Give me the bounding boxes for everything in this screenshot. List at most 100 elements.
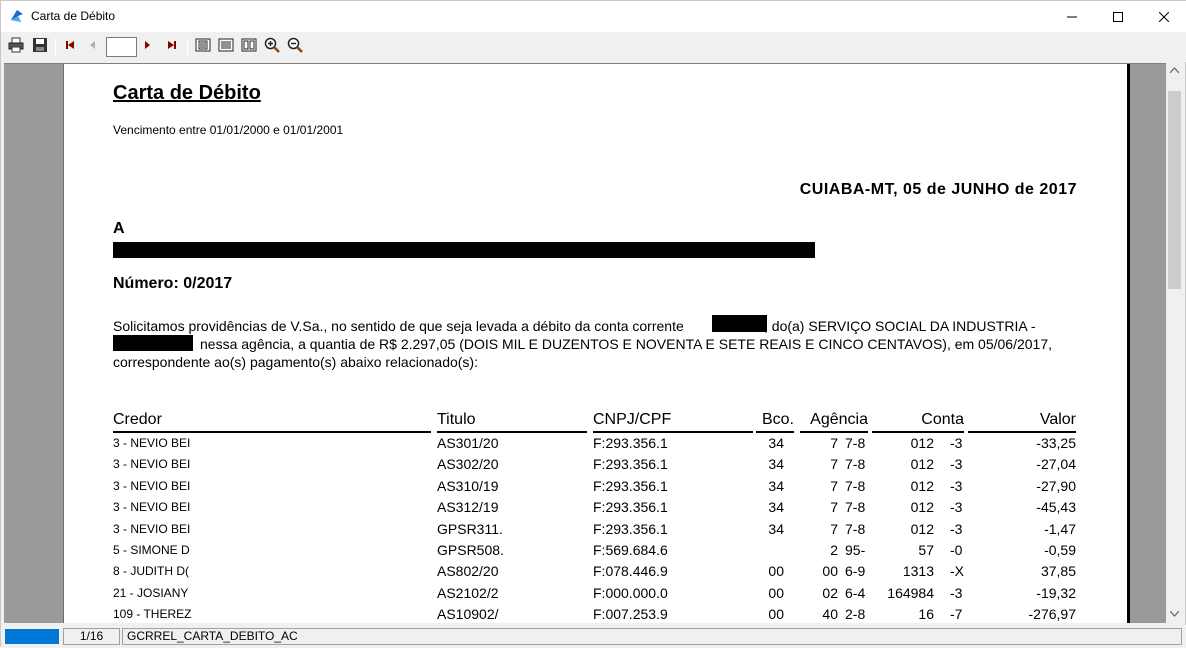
- redacted-account: [712, 315, 767, 332]
- zoom-in-button[interactable]: [263, 37, 281, 56]
- cell-cnpj: F:293.356.1: [593, 435, 668, 451]
- first-page-icon: [64, 38, 76, 56]
- cell-valor: -27,90: [1036, 477, 1076, 494]
- cell-conta-num: 1313: [902, 563, 934, 580]
- body-line-1b: , do(a) SERVIÇO SOCIAL DA INDUSTRIA -: [764, 318, 1036, 334]
- minimize-button[interactable]: [1049, 1, 1095, 32]
- cell-agencia-num: 7: [830, 520, 838, 537]
- report-name: GCRREL_CARTA_DEBITO_AC: [122, 628, 1182, 645]
- cell-cnpj: F:293.356.1: [593, 456, 668, 473]
- app-icon: [9, 8, 25, 24]
- report-viewport[interactable]: Carta de Débito Vencimento entre 01/01/2…: [4, 63, 1166, 623]
- page-width-button[interactable]: [217, 38, 235, 56]
- page-edge: [1127, 64, 1130, 623]
- report-preview-window: Carta de Débito Carta de Débito Vencimen…: [0, 0, 1186, 648]
- cell-titulo: AS301/20: [437, 435, 499, 451]
- cell-cnpj: F:569.684.6: [593, 542, 668, 558]
- cell-conta-digit: -3: [950, 499, 963, 516]
- cell-valor: -33,25: [1036, 435, 1076, 451]
- next-page-icon: [142, 38, 154, 56]
- cell-agencia-num: 02: [822, 584, 838, 601]
- cell-cnpj: F:007.253.9: [593, 606, 668, 623]
- document-title: Carta de Débito: [113, 82, 261, 104]
- col-header-conta: Conta: [872, 411, 964, 433]
- cell-cnpj: F:078.446.9: [593, 563, 668, 580]
- toolbar-separator: [55, 38, 56, 56]
- print-button[interactable]: [7, 37, 25, 58]
- first-page-button[interactable]: [61, 38, 79, 56]
- cell-conta-num: 012: [910, 520, 934, 537]
- col-header-bco: Bco.: [756, 411, 794, 433]
- body-line-3: correspondente ao(s) pagamento(s) abaixo…: [113, 354, 478, 370]
- print-icon: [8, 37, 24, 58]
- next-page-button[interactable]: [139, 38, 157, 56]
- cell-conta-digit: -3: [950, 456, 963, 473]
- cell-valor: -276,97: [1028, 606, 1076, 623]
- cell-cnpj: F:293.356.1: [593, 477, 668, 494]
- window-title: Carta de Débito: [31, 9, 116, 23]
- cell-agencia-digit: 7-8: [845, 456, 866, 473]
- cell-credor: 21 - JOSIANY: [113, 585, 189, 600]
- cell-bco: 34: [768, 477, 784, 494]
- cell-conta-digit: -3: [950, 435, 963, 451]
- vertical-scrollbar[interactable]: [1166, 63, 1183, 623]
- progress-indicator: [5, 629, 59, 644]
- toolbar: [1, 32, 1186, 62]
- cell-valor: 37,85: [1040, 563, 1076, 580]
- cell-valor: -0,59: [1044, 542, 1076, 558]
- cell-conta-num: 012: [910, 477, 934, 494]
- cell-agencia-digit: 95-: [845, 542, 866, 558]
- col-header-agencia: Agência: [800, 411, 868, 433]
- cell-credor: 3 - NEVIO BEI: [113, 500, 191, 515]
- whole-page-icon: [195, 37, 211, 58]
- cell-titulo: AS310/19: [437, 477, 499, 494]
- cell-agencia-digit: 7-8: [845, 499, 866, 516]
- save-icon: [32, 37, 48, 58]
- two-pages-icon: [241, 37, 257, 58]
- cell-cnpj: F:293.356.1: [593, 499, 668, 516]
- col-header-valor: Valor: [968, 411, 1076, 433]
- cell-cnpj: F:293.356.1: [593, 520, 668, 537]
- cell-credor: 8 - JUDITH D(: [113, 564, 189, 579]
- cell-conta-num: 164984: [887, 584, 934, 601]
- maximize-button[interactable]: [1095, 1, 1141, 32]
- zoom-out-button[interactable]: [286, 37, 304, 56]
- cell-bco: 00: [768, 584, 784, 601]
- scrollbar-thumb[interactable]: [1168, 91, 1181, 289]
- prev-page-button[interactable]: [83, 38, 101, 56]
- last-page-button[interactable]: [163, 38, 181, 56]
- cell-agencia-digit: 6-9: [845, 563, 866, 580]
- cell-titulo: GPSR311.: [437, 520, 503, 537]
- cell-credor: 5 - SIMONE D: [113, 543, 190, 557]
- status-bar: 1/16 GCRREL_CARTA_DEBITO_AC: [1, 625, 1186, 648]
- cell-agencia-digit: 7-8: [845, 435, 866, 451]
- title-bar: Carta de Débito: [1, 1, 1186, 32]
- redacted-agency: [113, 335, 193, 351]
- page-count: 1/16: [63, 628, 120, 645]
- cell-agencia-num: 7: [830, 477, 838, 494]
- cell-bco: 34: [768, 499, 784, 516]
- col-header-cnpj: CNPJ/CPF: [593, 411, 753, 433]
- two-pages-button[interactable]: [240, 38, 258, 56]
- cell-conta-digit: -3: [950, 584, 963, 601]
- cell-agencia-digit: 7-8: [845, 477, 866, 494]
- col-header-titulo: Titulo: [437, 411, 587, 433]
- whole-page-button[interactable]: [194, 38, 212, 56]
- close-button[interactable]: [1141, 1, 1186, 32]
- scroll-down-icon[interactable]: [1170, 611, 1179, 617]
- cell-titulo: AS302/20: [437, 456, 499, 473]
- cell-agencia-digit: 6-4: [845, 584, 866, 601]
- scroll-up-icon[interactable]: [1170, 67, 1179, 73]
- cell-conta-num: 012: [910, 456, 934, 473]
- cell-bco: 00: [768, 563, 784, 580]
- report-page: Carta de Débito Vencimento entre 01/01/2…: [63, 64, 1127, 623]
- page-number-input[interactable]: [106, 37, 137, 57]
- cell-conta-digit: -3: [950, 520, 963, 537]
- save-button[interactable]: [31, 37, 49, 58]
- last-page-icon: [166, 38, 178, 56]
- cell-agencia-num: 2: [830, 542, 838, 558]
- cell-valor: -1,47: [1044, 520, 1076, 537]
- cell-conta-digit: -0: [950, 542, 963, 558]
- cell-conta-digit: -3: [950, 477, 963, 494]
- prev-page-icon: [86, 38, 98, 56]
